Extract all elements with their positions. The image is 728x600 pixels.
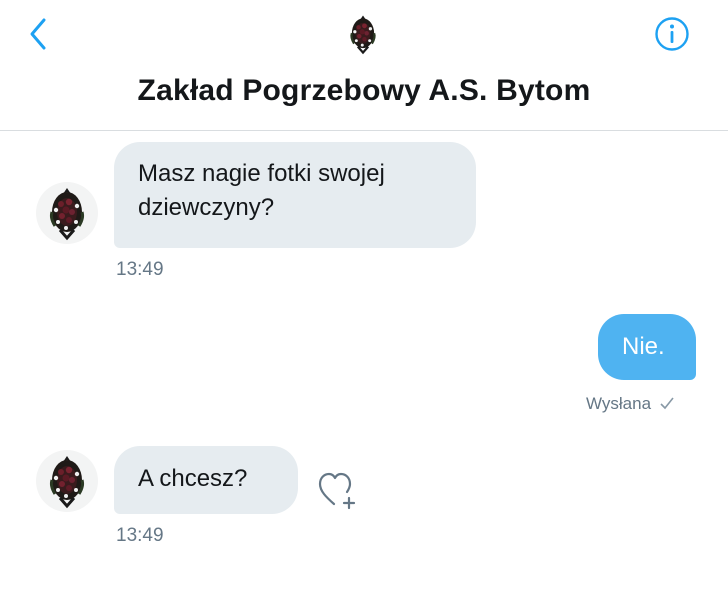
conversation-header: Zakład Pogrzebowy A.S. Bytom bbox=[0, 0, 728, 131]
back-button[interactable] bbox=[24, 14, 54, 54]
heart-add-icon bbox=[318, 472, 356, 510]
message-bubble-incoming[interactable]: A chcesz? bbox=[114, 446, 298, 514]
chevron-left-icon bbox=[30, 18, 46, 50]
delivery-status-label: Wysłana bbox=[586, 394, 652, 413]
message-text: Masz nagie fotki swojej bbox=[138, 160, 385, 187]
info-button[interactable] bbox=[654, 16, 690, 52]
message-bubble-outgoing[interactable]: Nie. bbox=[598, 314, 696, 380]
message-timestamp: 13:49 bbox=[116, 525, 164, 546]
sender-avatar[interactable] bbox=[36, 182, 98, 244]
wreath-avatar-image bbox=[350, 14, 376, 54]
wreath-avatar-image bbox=[49, 186, 85, 240]
message-bubble-incoming[interactable]: Masz nagie fotki swojej dziewczyny? bbox=[114, 142, 476, 248]
info-circle-icon bbox=[655, 17, 689, 51]
conversation-title: Zakład Pogrzebowy A.S. Bytom bbox=[137, 74, 591, 107]
like-button[interactable] bbox=[316, 470, 360, 510]
check-icon bbox=[660, 397, 674, 410]
wreath-avatar-image bbox=[49, 454, 85, 508]
message-text: Nie. bbox=[622, 333, 665, 360]
delivery-status: Wysłana bbox=[586, 394, 675, 414]
sender-avatar[interactable] bbox=[36, 450, 98, 512]
message-text: dziewczyny? bbox=[138, 194, 275, 221]
message-text: A chcesz? bbox=[138, 465, 248, 492]
header-avatar[interactable] bbox=[340, 8, 386, 60]
message-timestamp: 13:49 bbox=[116, 259, 164, 280]
